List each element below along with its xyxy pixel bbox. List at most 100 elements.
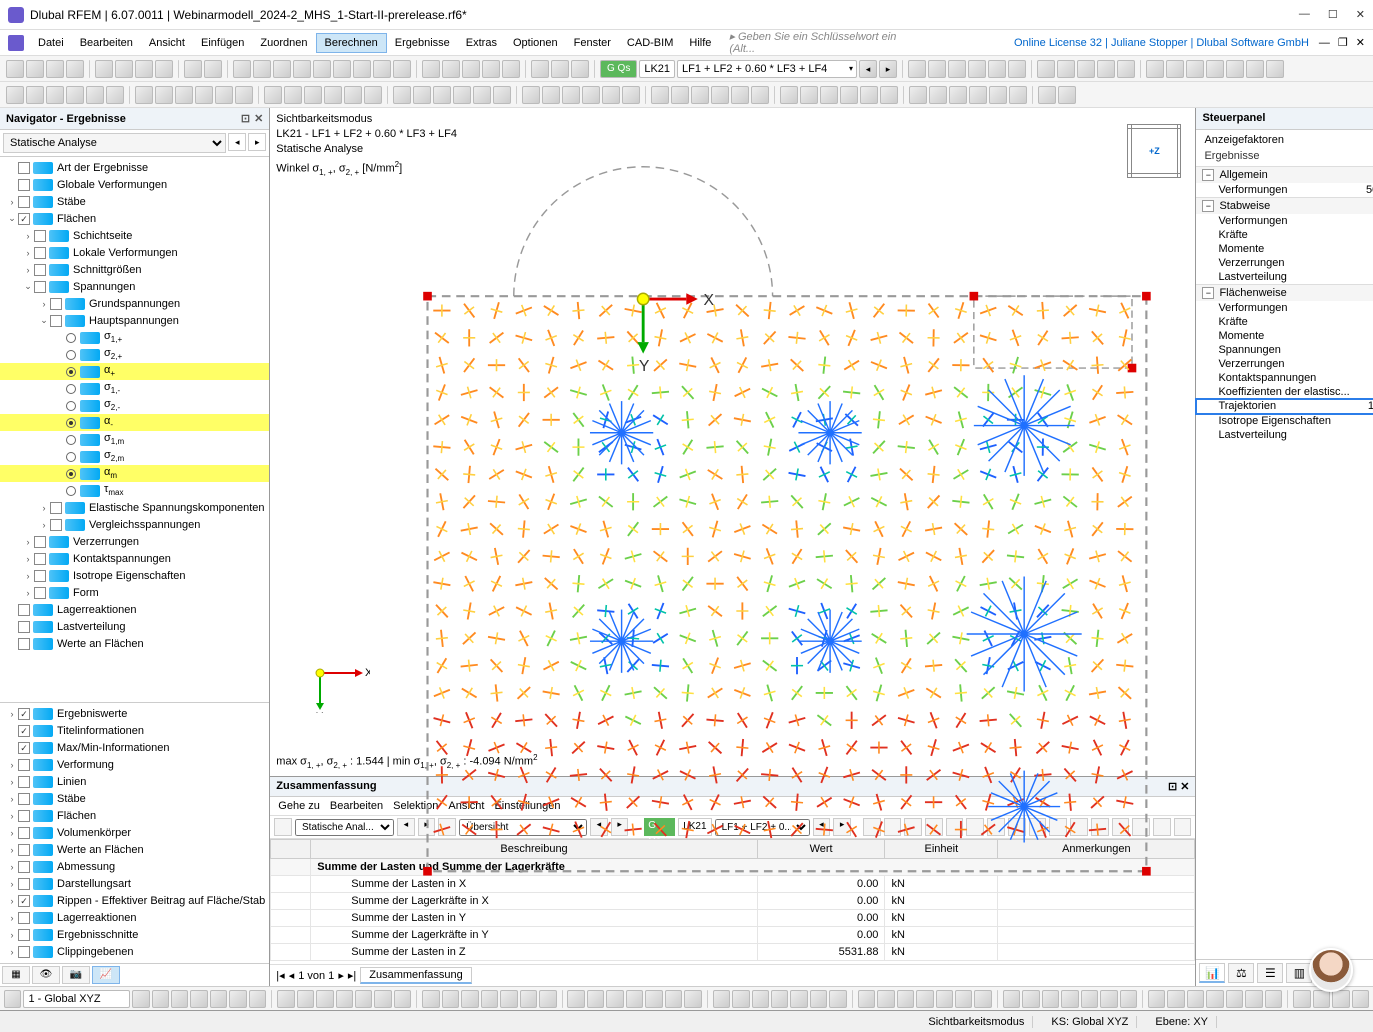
menu-bearbeiten[interactable]: Bearbeiten <box>72 34 141 52</box>
tree-item[interactable]: ›Verzerrungen <box>0 533 269 550</box>
nav-tab-eye[interactable]: 👁 <box>32 966 60 984</box>
mdi-min-icon[interactable]: — <box>1319 37 1330 49</box>
tree-checkbox[interactable] <box>18 725 30 737</box>
btool-31-icon[interactable] <box>771 990 788 1008</box>
btool-52-icon[interactable] <box>1206 990 1223 1008</box>
tree-item[interactable]: Werte an Flächen <box>0 635 269 652</box>
btool-3-icon[interactable] <box>190 990 207 1008</box>
tool-28-icon[interactable] <box>602 86 620 104</box>
cs-icon[interactable] <box>4 990 21 1008</box>
btool-12-icon[interactable] <box>374 990 391 1008</box>
tree-checkbox[interactable] <box>18 793 30 805</box>
tree-radio[interactable] <box>66 486 76 496</box>
tool-12-icon[interactable] <box>264 86 282 104</box>
disp3-icon[interactable] <box>1186 60 1204 78</box>
nav-tab-cam[interactable]: 📷 <box>62 966 90 984</box>
coord-system[interactable]: 1 - Global XYZ <box>23 990 130 1008</box>
btool-46-icon[interactable] <box>1081 990 1098 1008</box>
btool-51-icon[interactable] <box>1187 990 1204 1008</box>
tool-46-icon[interactable] <box>989 86 1007 104</box>
tree-item[interactable]: ›Isotrope Eigenschaften <box>0 567 269 584</box>
mdi-restore-icon[interactable]: ❐ <box>1338 36 1348 49</box>
tree-radio[interactable] <box>66 418 76 428</box>
tree-item[interactable]: ⌄Hauptspannungen <box>0 312 269 329</box>
menu-cad-bim[interactable]: CAD-BIM <box>619 34 681 52</box>
tree-item[interactable]: Max/Min-Informationen <box>0 739 269 756</box>
tree-checkbox[interactable] <box>18 213 30 225</box>
tree-radio[interactable] <box>66 350 76 360</box>
tree-radio[interactable] <box>66 367 76 377</box>
menu-einfügen[interactable]: Einfügen <box>193 34 252 52</box>
btool-9-icon[interactable] <box>316 990 333 1008</box>
btool-18-icon[interactable] <box>500 990 517 1008</box>
tree-item[interactable]: σ1,m <box>0 431 269 448</box>
tree-item[interactable]: ›Flächen <box>0 807 269 824</box>
btool-4-icon[interactable] <box>210 990 227 1008</box>
tree-expander[interactable]: › <box>6 777 18 787</box>
page-prev-icon[interactable]: ◂ <box>289 969 295 982</box>
tree-checkbox[interactable] <box>34 570 46 582</box>
tree-item[interactable]: σ2,+ <box>0 346 269 363</box>
tree-item[interactable]: ⌄Flächen <box>0 210 269 227</box>
tool-38-icon[interactable] <box>820 86 838 104</box>
minimize-button[interactable]: — <box>1299 8 1310 21</box>
btool-23-icon[interactable] <box>606 990 623 1008</box>
btool-41-icon[interactable] <box>974 990 991 1008</box>
display-tree[interactable]: ›ErgebniswerteTitelinformationenMax/Min-… <box>0 703 269 963</box>
calc3-icon[interactable] <box>948 60 966 78</box>
tree-item[interactable]: ›Volumenkörper <box>0 824 269 841</box>
btool-0-icon[interactable] <box>132 990 149 1008</box>
tree-item[interactable]: α+ <box>0 363 269 380</box>
btool-50-icon[interactable] <box>1167 990 1184 1008</box>
panel-row[interactable]: Verzerrungen1.00 <box>1196 256 1373 270</box>
menu-optionen[interactable]: Optionen <box>505 34 566 52</box>
panel-group-header[interactable]: −Flächenweise <box>1196 285 1373 301</box>
sel2-icon[interactable] <box>442 60 460 78</box>
tree-expander[interactable]: › <box>38 299 50 309</box>
tree-expander[interactable]: › <box>6 828 18 838</box>
tool-35-icon[interactable] <box>751 86 769 104</box>
tool-22-icon[interactable] <box>473 86 491 104</box>
tree-item[interactable]: ›Clippingebenen <box>0 943 269 960</box>
nav-close-icon[interactable]: ✕ <box>254 112 263 125</box>
btool-39-icon[interactable] <box>936 990 953 1008</box>
btool-14-icon[interactable] <box>422 990 439 1008</box>
assistant-avatar[interactable] <box>1309 948 1353 992</box>
tree-item[interactable]: ›Ergebnisschnitte <box>0 926 269 943</box>
btool-47-icon[interactable] <box>1100 990 1117 1008</box>
calc4-icon[interactable] <box>968 60 986 78</box>
tree-checkbox[interactable] <box>18 604 30 616</box>
nav-tab-data[interactable]: ▦ <box>2 966 30 984</box>
tool-20-icon[interactable] <box>433 86 451 104</box>
tree-checkbox[interactable] <box>18 708 30 720</box>
btool-6-icon[interactable] <box>249 990 266 1008</box>
tree-item[interactable]: σ2,m <box>0 448 269 465</box>
view3-icon[interactable] <box>273 60 291 78</box>
tree-checkbox[interactable] <box>18 929 30 941</box>
tool-45-icon[interactable] <box>969 86 987 104</box>
tool-1-icon[interactable] <box>26 86 44 104</box>
btool-59-icon[interactable] <box>1352 990 1369 1008</box>
calc2-icon[interactable] <box>928 60 946 78</box>
panel-row[interactable]: Kräfte0.00 <box>1196 315 1373 329</box>
tree-item[interactable]: ›Rippen - Effektiver Beitrag auf Fläche/… <box>0 892 269 909</box>
tree-expander[interactable]: › <box>6 845 18 855</box>
btool-32-icon[interactable] <box>790 990 807 1008</box>
btool-27-icon[interactable] <box>684 990 701 1008</box>
mdi-close-icon[interactable]: ✕ <box>1356 36 1365 49</box>
tree-item[interactable]: Art der Ergebnisse <box>0 159 269 176</box>
tree-expander[interactable]: › <box>6 879 18 889</box>
tool-43-icon[interactable] <box>929 86 947 104</box>
tool-44-icon[interactable] <box>949 86 967 104</box>
btool-25-icon[interactable] <box>645 990 662 1008</box>
tool-14-icon[interactable] <box>304 86 322 104</box>
tool-11-icon[interactable] <box>235 86 253 104</box>
save-icon[interactable] <box>66 60 84 78</box>
tree-checkbox[interactable] <box>50 519 62 531</box>
tree-checkbox[interactable] <box>34 230 46 242</box>
res4-icon[interactable] <box>1097 60 1115 78</box>
tool-0-icon[interactable] <box>6 86 24 104</box>
filter-prev-icon[interactable]: ◂ <box>228 133 246 151</box>
load2-icon[interactable] <box>551 60 569 78</box>
menu-extras[interactable]: Extras <box>458 34 505 52</box>
